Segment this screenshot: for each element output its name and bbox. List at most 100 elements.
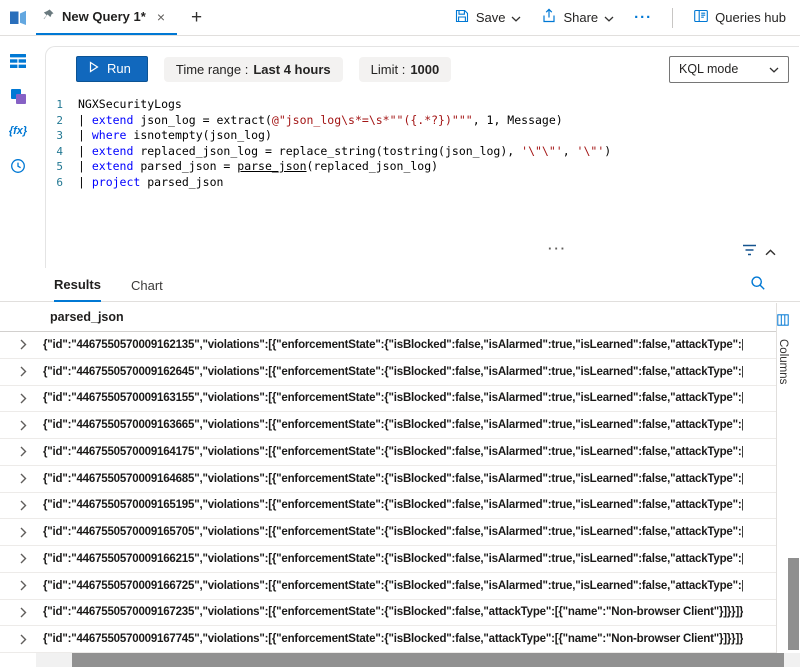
line-number: 6 (46, 175, 78, 191)
collapse-results-icon[interactable] (765, 243, 776, 261)
tab-chart[interactable]: Chart (131, 278, 163, 301)
close-tab-icon[interactable]: × (157, 10, 165, 24)
code-text: | extend parsed_json = parse_json(replac… (78, 159, 438, 175)
table-row[interactable]: {"id":"4467550570009166215","violations"… (0, 546, 776, 573)
row-json-value: {"id":"4467550570009163665","violations"… (43, 419, 743, 431)
line-number: 5 (46, 159, 78, 175)
expand-row-chevron-icon[interactable] (20, 339, 27, 350)
top-bar: New Query 1* × + Save Share (0, 0, 800, 36)
tab-title: New Query 1* (62, 9, 146, 24)
share-button[interactable]: Share (541, 8, 614, 27)
time-range-label: Time range : (176, 62, 249, 77)
table-row[interactable]: {"id":"4467550570009167745","violations"… (0, 626, 776, 653)
limit-picker[interactable]: Limit : 1000 (359, 57, 452, 82)
chevron-down-icon (511, 10, 521, 25)
tab-results[interactable]: Results (54, 277, 101, 302)
row-json-value: {"id":"4467550570009166215","violations"… (43, 553, 743, 565)
code-line[interactable]: 5 | extend parsed_json = parse_json(repl… (46, 159, 799, 175)
run-button[interactable]: Run (76, 56, 148, 82)
expand-row-chevron-icon[interactable] (20, 393, 27, 404)
line-number: 1 (46, 97, 78, 113)
query-panel: Run Time range : Last 4 hours Limit : 10… (45, 46, 799, 268)
table-row[interactable]: {"id":"4467550570009164175","violations"… (0, 439, 776, 466)
tables-pane-icon[interactable] (6, 51, 30, 71)
table-row[interactable]: {"id":"4467550570009166725","violations"… (0, 573, 776, 600)
expand-row-chevron-icon[interactable] (20, 420, 27, 431)
table-row[interactable]: {"id":"4467550570009163155","violations"… (0, 386, 776, 413)
vertical-scrollbar[interactable] (788, 558, 799, 650)
expand-row-chevron-icon[interactable] (20, 500, 27, 511)
run-label: Run (107, 61, 131, 76)
expand-row-chevron-icon[interactable] (20, 527, 27, 538)
row-json-value: {"id":"4467550570009165195","violations"… (43, 499, 743, 511)
table-row[interactable]: {"id":"4467550570009165705","violations"… (0, 519, 776, 546)
expand-row-chevron-icon[interactable] (20, 580, 27, 591)
search-icon[interactable] (750, 275, 766, 291)
pin-icon (42, 8, 55, 26)
horizontal-scrollbar[interactable] (36, 653, 786, 667)
table-row[interactable]: {"id":"4467550570009164685","violations"… (0, 466, 776, 493)
filter-rows-icon[interactable] (742, 243, 757, 261)
code-text: | extend json_log = extract(@"json_log\s… (78, 113, 563, 129)
table-row[interactable]: {"id":"4467550570009165195","violations"… (0, 493, 776, 520)
row-json-value: {"id":"4467550570009164175","violations"… (43, 446, 743, 458)
limit-label: Limit : (371, 62, 406, 77)
row-json-value: {"id":"4467550570009163155","violations"… (43, 392, 743, 404)
code-line[interactable]: 4 | extend replaced_json_log = replace_s… (46, 144, 799, 160)
line-number: 4 (46, 144, 78, 160)
line-number: 3 (46, 128, 78, 144)
query-history-icon[interactable] (6, 156, 30, 176)
functions-pane-icon[interactable]: {fx} (6, 121, 30, 141)
chevron-down-icon (604, 10, 614, 25)
code-text: | project parsed_json (78, 175, 223, 191)
code-line[interactable]: 3 | where isnotempty(json_log) (46, 128, 799, 144)
app-window: New Query 1* × + Save Share (0, 0, 800, 671)
new-tab-button[interactable]: + (177, 7, 216, 29)
results-tabs: Results Chart (0, 268, 800, 302)
row-json-value: {"id":"4467550570009167235","violations"… (43, 606, 743, 618)
code-line[interactable]: 6 | project parsed_json (46, 175, 799, 191)
queries-hub-button[interactable]: Queries hub (693, 8, 786, 27)
row-json-value: {"id":"4467550570009162645","violations"… (43, 366, 743, 378)
expand-row-chevron-icon[interactable] (20, 634, 27, 645)
code-line[interactable]: 2 | extend json_log = extract(@"json_log… (46, 113, 799, 129)
table-row[interactable]: {"id":"4467550570009163665","violations"… (0, 412, 776, 439)
app-logo-icon (8, 8, 28, 28)
save-button[interactable]: Save (454, 8, 522, 27)
code-text: | extend replaced_json_log = replace_str… (78, 144, 611, 160)
results-panel: Results Chart parsed_json {"id":"4467550… (0, 268, 800, 671)
table-row[interactable]: {"id":"4467550570009162645","violations"… (0, 359, 776, 386)
row-json-value: {"id":"4467550570009162135","violations"… (43, 339, 743, 351)
divider (672, 8, 673, 28)
play-icon (89, 61, 99, 76)
horizontal-scrollbar-thumb[interactable] (72, 653, 784, 667)
expand-row-chevron-icon[interactable] (20, 553, 27, 564)
expand-row-chevron-icon[interactable] (20, 446, 27, 457)
table-row[interactable]: {"id":"4467550570009167235","violations"… (0, 600, 776, 627)
table-row[interactable]: {"id":"4467550570009162135","violations"… (0, 332, 776, 359)
column-header[interactable]: parsed_json (0, 302, 776, 332)
columns-icon (777, 313, 789, 331)
queries-hub-label: Queries hub (715, 10, 786, 25)
chevron-down-icon (769, 62, 779, 76)
splitter-grip[interactable]: ··· (548, 241, 567, 256)
expand-row-chevron-icon[interactable] (20, 366, 27, 377)
code-lines[interactable]: 1 NGXSecurityLogs 2 | extend json_log = … (46, 97, 799, 190)
save-label: Save (476, 10, 506, 25)
more-options-button[interactable]: ··· (634, 9, 652, 26)
expand-row-chevron-icon[interactable] (20, 607, 27, 618)
share-label: Share (563, 10, 598, 25)
queries-pane-icon[interactable] (6, 86, 30, 106)
row-json-value: {"id":"4467550570009165705","violations"… (43, 526, 743, 538)
queries-hub-icon (693, 8, 709, 27)
left-tool-rail: {fx} (0, 37, 36, 268)
row-json-value: {"id":"4467550570009167745","violations"… (43, 633, 743, 645)
query-tab[interactable]: New Query 1* × (36, 0, 177, 35)
code-line[interactable]: 1 NGXSecurityLogs (46, 97, 799, 113)
kql-mode-select[interactable]: KQL mode (669, 56, 789, 83)
time-range-picker[interactable]: Time range : Last 4 hours (164, 57, 343, 82)
query-toolbar: Run Time range : Last 4 hours Limit : 10… (46, 47, 799, 91)
expand-row-chevron-icon[interactable] (20, 473, 27, 484)
line-number: 2 (46, 113, 78, 129)
row-json-value: {"id":"4467550570009164685","violations"… (43, 473, 743, 485)
